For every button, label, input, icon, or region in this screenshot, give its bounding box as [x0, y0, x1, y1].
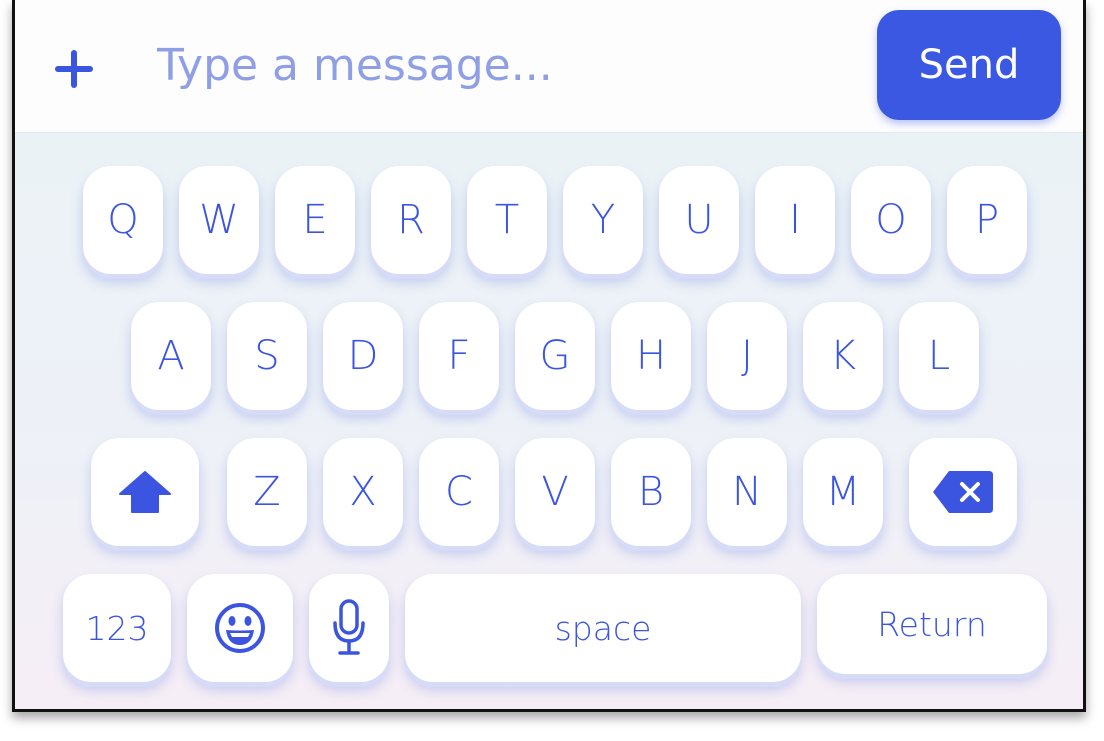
- key-m[interactable]: M: [803, 438, 883, 546]
- key-t[interactable]: T: [467, 166, 547, 274]
- numbers-key[interactable]: 123: [63, 574, 171, 682]
- key-i[interactable]: I: [755, 166, 835, 274]
- key-e[interactable]: E: [275, 166, 355, 274]
- emoji-key[interactable]: [187, 574, 293, 682]
- key-f[interactable]: F: [419, 302, 499, 410]
- key-k[interactable]: K: [803, 302, 883, 410]
- key-w[interactable]: W: [179, 166, 259, 274]
- key-a[interactable]: A: [131, 302, 211, 410]
- emoji-icon: [214, 602, 266, 654]
- backspace-icon: [931, 469, 995, 515]
- shift-icon: [118, 470, 172, 514]
- key-r[interactable]: R: [371, 166, 451, 274]
- chat-input-panel: Send Q W E R T Y U I O P A S D F G H J K…: [12, 0, 1086, 712]
- key-p[interactable]: P: [947, 166, 1027, 274]
- space-key[interactable]: space: [405, 574, 801, 682]
- key-s[interactable]: S: [227, 302, 307, 410]
- key-q[interactable]: Q: [83, 166, 163, 274]
- key-y[interactable]: Y: [563, 166, 643, 274]
- key-d[interactable]: D: [323, 302, 403, 410]
- key-v[interactable]: V: [515, 438, 595, 546]
- key-u[interactable]: U: [659, 166, 739, 274]
- key-b[interactable]: B: [611, 438, 691, 546]
- key-g[interactable]: G: [515, 302, 595, 410]
- shift-key[interactable]: [91, 438, 199, 546]
- send-button[interactable]: Send: [877, 10, 1061, 120]
- key-x[interactable]: X: [323, 438, 403, 546]
- message-composer: Send: [15, 0, 1083, 133]
- key-o[interactable]: O: [851, 166, 931, 274]
- message-input[interactable]: [157, 30, 847, 100]
- microphone-icon: [332, 599, 366, 657]
- key-z[interactable]: Z: [227, 438, 307, 546]
- backspace-key[interactable]: [909, 438, 1017, 546]
- key-h[interactable]: H: [611, 302, 691, 410]
- plus-icon[interactable]: [55, 50, 93, 88]
- return-key[interactable]: Return: [817, 574, 1047, 674]
- microphone-key[interactable]: [309, 574, 389, 682]
- key-c[interactable]: C: [419, 438, 499, 546]
- key-j[interactable]: J: [707, 302, 787, 410]
- key-n[interactable]: N: [707, 438, 787, 546]
- key-l[interactable]: L: [899, 302, 979, 410]
